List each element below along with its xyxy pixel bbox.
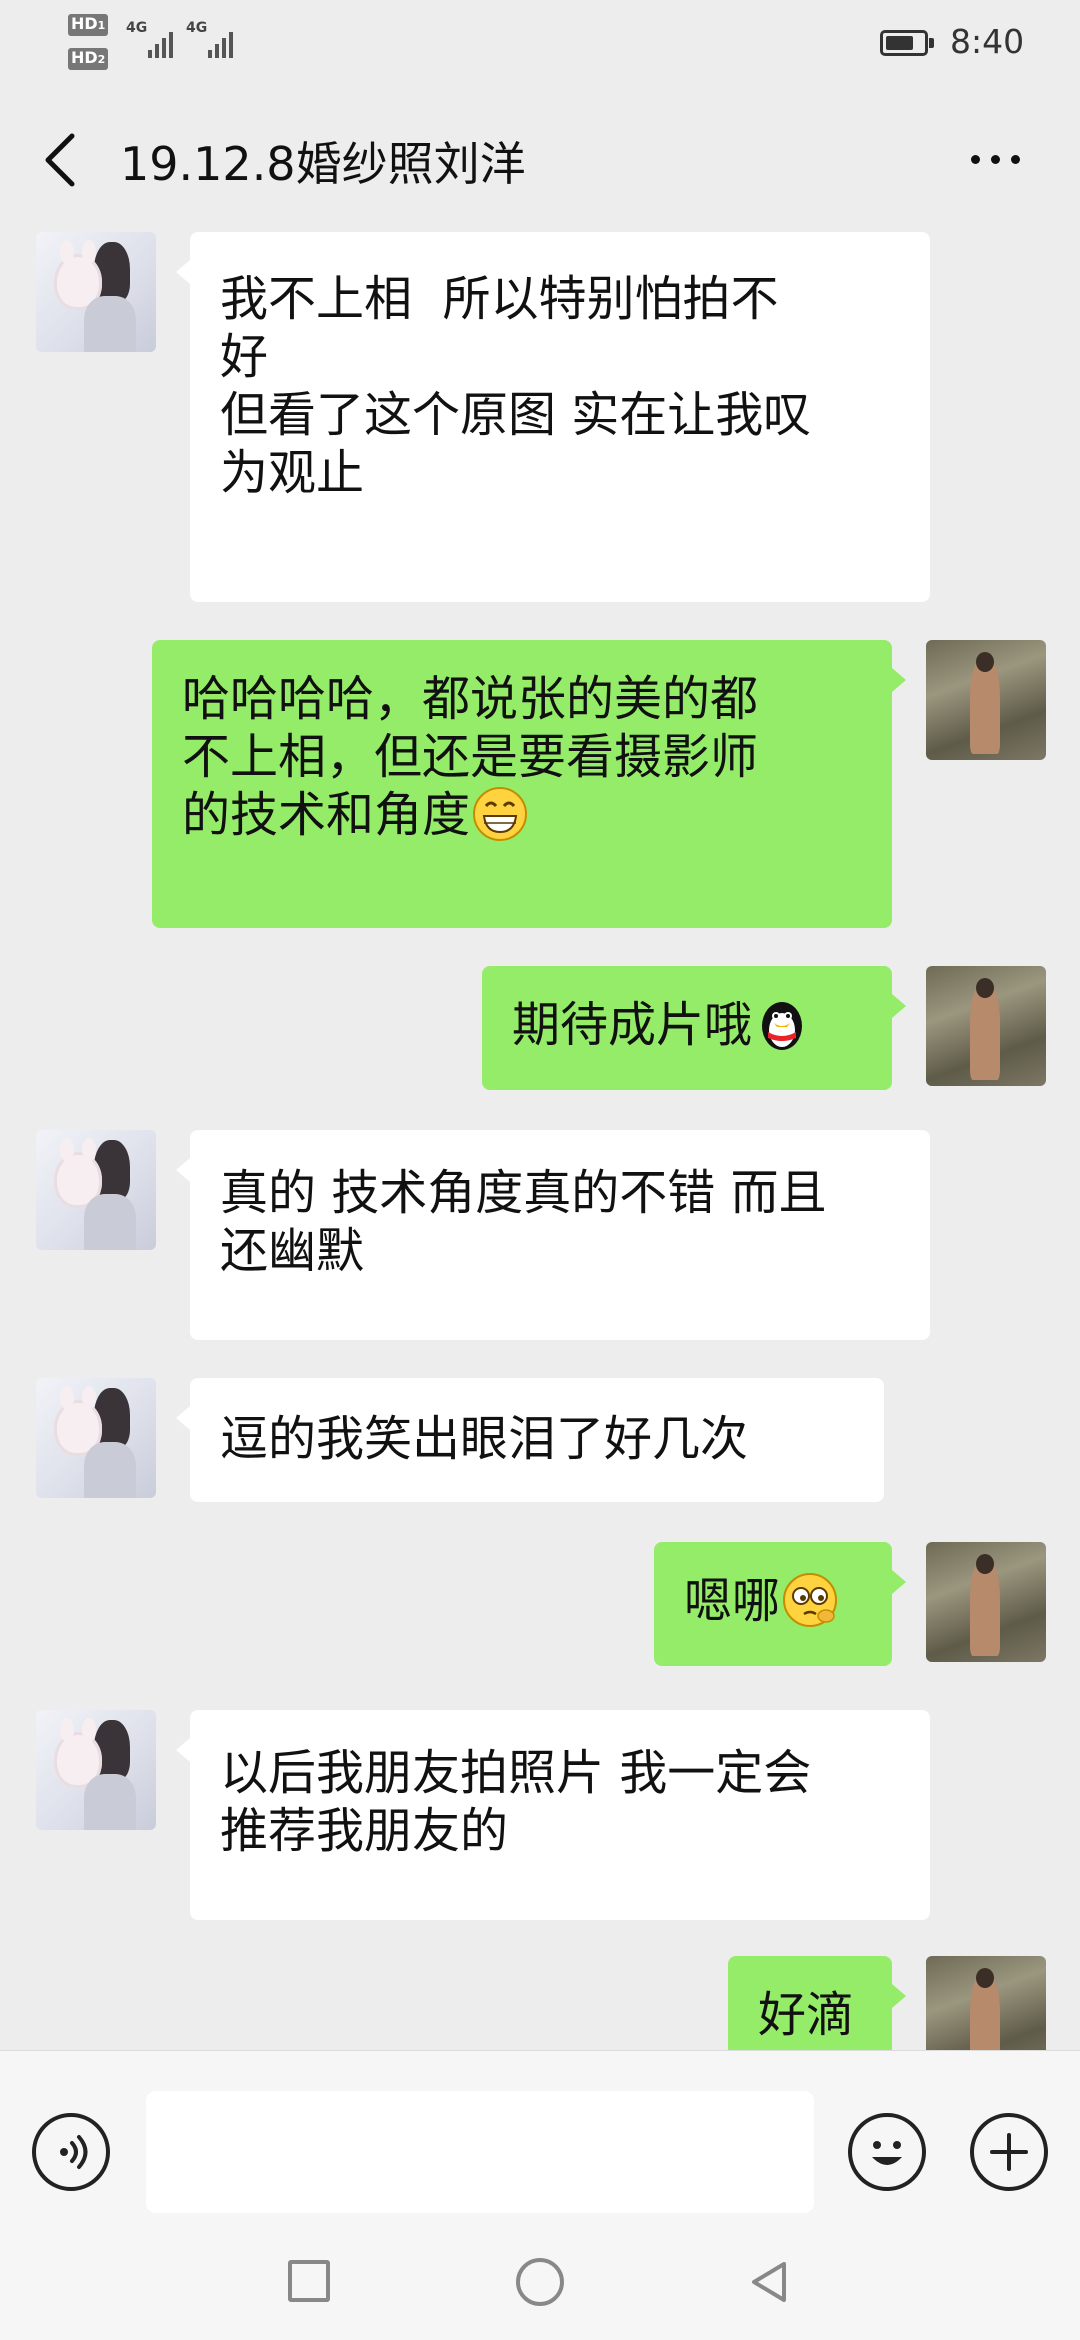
more-actions-button[interactable] (970, 2113, 1048, 2191)
smiley-icon (872, 2141, 902, 2165)
self-avatar[interactable] (926, 640, 1046, 760)
voice-button[interactable] (32, 2113, 110, 2191)
message-input[interactable] (146, 2091, 814, 2213)
friend-avatar[interactable] (36, 232, 156, 352)
message-bubble[interactable]: 哈哈哈哈，都说张的美的都 不上相，但还是要看摄影师 的技术和角度 (152, 640, 906, 928)
message-bubble[interactable]: 逗的我笑出眼泪了好几次 (176, 1378, 884, 1502)
message-bubble[interactable]: 好滴 (728, 1956, 906, 2050)
back-button[interactable] (38, 128, 98, 192)
chevron-left-icon (45, 133, 75, 187)
chat-title: 19.12.8婚纱照刘洋 (120, 137, 526, 191)
message-text: 哈哈哈哈，都说张的美的都 不上相，但还是要看摄影师 的技术和角度 (182, 671, 759, 843)
signal2-icon (208, 30, 233, 58)
network1-label: 4G (126, 20, 148, 36)
grin-emoji (473, 787, 528, 841)
message-bubble[interactable]: 我不上相 所以特别怕拍不 好 但看了这个原图 实在让我叹 为观止 (176, 232, 930, 602)
more-button[interactable] (960, 124, 1030, 194)
message-bubble[interactable]: 期待成片哦 (482, 966, 906, 1090)
clock: 8:40 (950, 22, 1025, 61)
self-avatar[interactable] (926, 1956, 1046, 2050)
penguin-emoji (762, 1002, 803, 1050)
self-avatar[interactable] (926, 966, 1046, 1086)
sim2-hd-badge: HD2 (68, 48, 109, 70)
system-nav-bar (0, 2240, 1080, 2340)
shy-emoji (783, 1573, 838, 1627)
more-dots-icon (970, 154, 980, 164)
self-avatar[interactable] (926, 1542, 1046, 1662)
more-dot (990, 154, 1000, 164)
nav-back-button[interactable] (746, 2258, 794, 2306)
network2-label: 4G (186, 20, 208, 36)
friend-avatar[interactable] (36, 1378, 156, 1498)
chat-header: 19.12.8婚纱照刘洋 (0, 100, 1080, 220)
message-text: 嗯哪 (684, 1573, 781, 1629)
sim1-hd-badge: HD1 (68, 14, 109, 36)
message-list[interactable]: 我不上相 所以特别怕拍不 好 但看了这个原图 实在让我叹 为观止 哈哈哈哈，都说… (0, 220, 1080, 2050)
message-bubble[interactable]: 以后我朋友拍照片 我一定会 推荐我朋友的 (176, 1710, 930, 1920)
message-text: 期待成片哦 (512, 997, 753, 1053)
signal1-icon (148, 30, 173, 58)
triangle-back-icon (752, 2262, 786, 2302)
message-bubble[interactable]: 嗯哪 (654, 1542, 906, 1666)
status-bar: HD1 HD2 4G 4G 8:40 (0, 0, 1080, 90)
battery-icon (880, 30, 934, 56)
recents-button[interactable] (288, 2260, 330, 2302)
friend-avatar[interactable] (36, 1710, 156, 1830)
voice-icon (60, 2135, 88, 2169)
plus-icon (990, 2133, 1028, 2171)
home-button[interactable] (516, 2258, 564, 2306)
signal-indicators: HD1 HD2 4G 4G (68, 14, 248, 76)
more-dot (1010, 154, 1020, 164)
message-bubble[interactable]: 真的 技术角度真的不错 而且 还幽默 (176, 1130, 930, 1340)
emoji-button[interactable] (848, 2113, 926, 2191)
friend-avatar[interactable] (36, 1130, 156, 1250)
input-bar (0, 2050, 1080, 2241)
